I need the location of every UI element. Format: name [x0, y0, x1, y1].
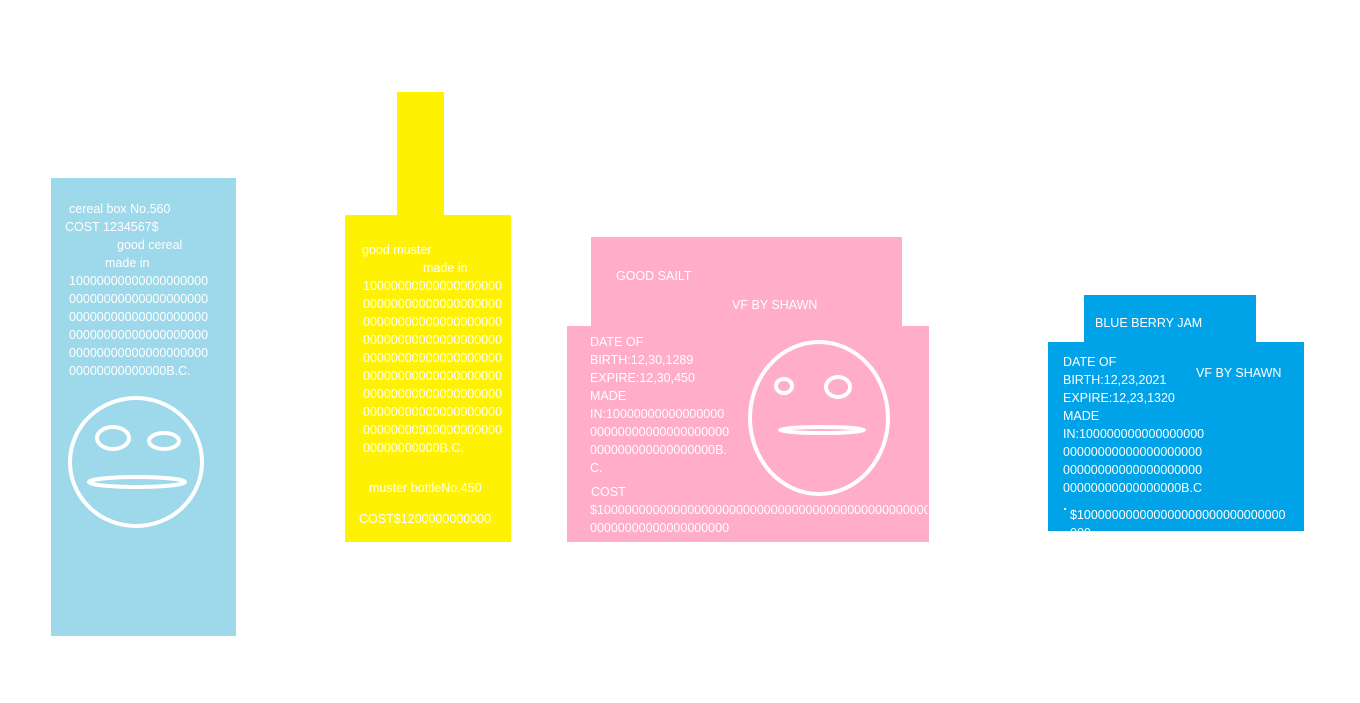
cereal-box-tagline: good cereal	[117, 238, 183, 252]
made-line: 00000000000000000000	[69, 346, 209, 360]
made-line: 10000000000000000000	[69, 274, 209, 288]
salt-credit: VF BY SHAWN	[732, 298, 818, 312]
salt-cost-text: $100000000000000000000000000000000000000…	[590, 501, 928, 539]
cereal-box-title: cereal box No.560	[69, 202, 171, 216]
made-line: 00000000000000000000	[363, 351, 503, 365]
info-line: MADE	[590, 389, 627, 403]
info-line: EXPIRE:12,30,450	[590, 371, 695, 385]
info-line: 000000000000000000B.	[590, 443, 727, 457]
made-line: 00000000000000B.C.	[69, 364, 191, 378]
made-line: 00000000000000000000	[363, 405, 503, 419]
mustard-tagline: good muster	[362, 243, 432, 257]
made-line: 00000000000000000000	[69, 292, 209, 306]
cost-line: 000	[1070, 524, 1091, 531]
cost-line: $100000000000000000000000000000	[1070, 508, 1286, 522]
info-line: BIRTH:12,23,2021	[1063, 373, 1167, 387]
info-line: IN:100000000000000000	[1063, 427, 1205, 441]
salt-cost-label: COST	[591, 485, 626, 499]
info-line: EXPIRE:12,23,1320	[1063, 391, 1175, 405]
neutral-face-icon	[748, 340, 890, 496]
made-line: 10000000000000000000	[363, 279, 503, 293]
info-line: 00000000000000000000	[590, 425, 730, 439]
mustard-made-label: made in	[423, 261, 468, 275]
made-line: 00000000000000000000	[363, 315, 503, 329]
salt-title: GOOD SAILT	[616, 269, 692, 283]
jam-cost-text: $100000000000000000000000000000 000	[1070, 506, 1302, 531]
info-line: BIRTH:12,30,1289	[590, 353, 694, 367]
info-line: MADE	[1063, 409, 1100, 423]
cereal-box-made-label: made in	[105, 256, 150, 270]
neutral-face-icon	[68, 396, 204, 528]
jam-title: BLUE BERRY JAM	[1095, 316, 1203, 330]
made-line: 00000000000000000000	[363, 333, 503, 347]
info-line: C.	[590, 461, 603, 475]
cereal-box-cost: COST 1234567$	[65, 220, 159, 234]
info-line: DATE OF	[590, 335, 644, 349]
made-line: 00000000000000000000	[69, 310, 209, 324]
jam-cost-dot	[1064, 508, 1066, 510]
made-line: 00000000000000000000	[363, 387, 503, 401]
mustard-title: muster bottleNo.450	[369, 481, 482, 495]
made-line: 00000000000000000000	[363, 297, 503, 311]
info-line: 00000000000000000000	[1063, 445, 1203, 459]
info-line: IN:10000000000000000	[590, 407, 725, 421]
made-line: 00000000000000000000	[363, 423, 503, 437]
made-line: 00000000000000000000	[363, 369, 503, 383]
mustard-bottle-neck	[397, 92, 444, 216]
info-line: 00000000000000000B.C	[1063, 481, 1203, 495]
cost-line: 00000000000000000000	[590, 521, 730, 535]
jam-credit: VF BY SHAWN	[1196, 366, 1282, 380]
made-line: 00000000000B.C.	[363, 441, 464, 455]
made-line: 00000000000000000000	[69, 328, 209, 342]
mustard-cost: COST$1200000000000	[359, 512, 492, 526]
info-line: 00000000000000000000	[1063, 463, 1203, 477]
cost-line: $100000000000000000000000000000000000000…	[590, 503, 928, 517]
info-line: DATE OF	[1063, 355, 1117, 369]
